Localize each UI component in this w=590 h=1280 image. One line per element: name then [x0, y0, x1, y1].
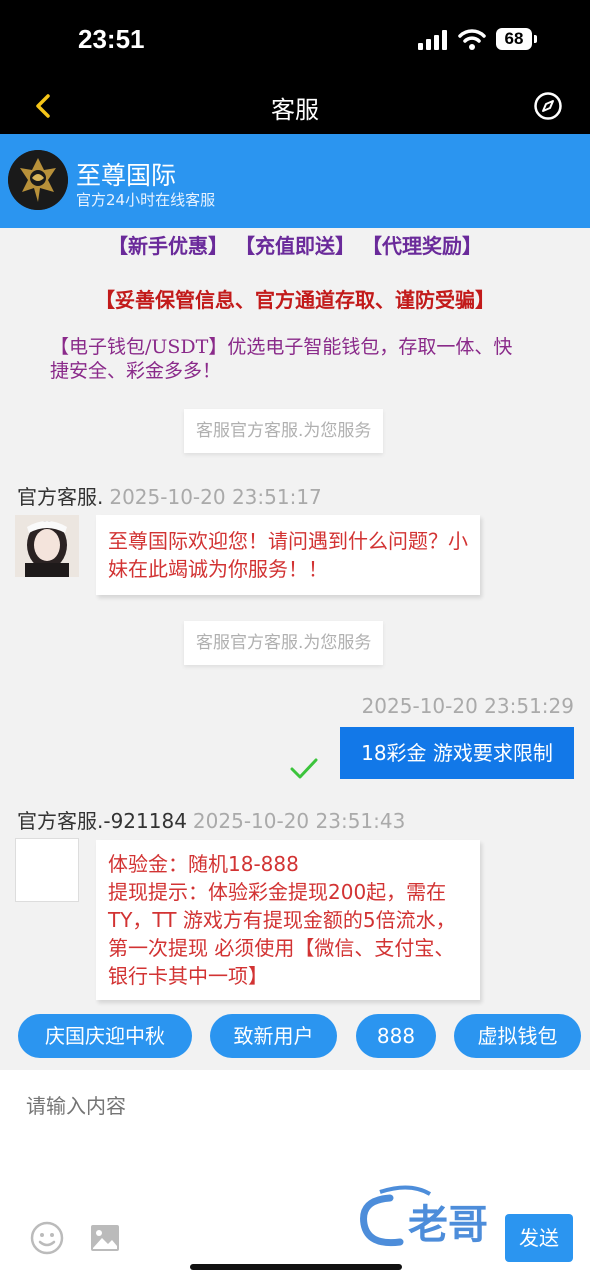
sender-name: 官方客服. — [17, 485, 104, 509]
emoji-icon[interactable] — [30, 1221, 64, 1255]
sender-name: 官方客服.-921184 — [17, 809, 187, 833]
sender-line: 官方客服.-921184 2025-10-20 23:51:43 — [17, 805, 405, 834]
message-line: 提现提示：体验彩金提现200起，需在 TY，TT 游戏方有提现金额的5倍流水，第… — [108, 880, 456, 988]
brand-logo-avatar — [8, 150, 68, 210]
system-notice: 客服官方客服.为您服务 — [184, 409, 384, 453]
agent-portrait-icon — [15, 515, 79, 577]
battery-level: 68 — [496, 28, 532, 50]
quick-reply-chip[interactable]: 888 — [356, 1014, 436, 1058]
sent-check-icon — [290, 758, 318, 779]
promo-line-1: 【新手优惠】 【充值即送】 【代理奖励】 — [108, 234, 482, 258]
brand-subtitle: 官方24小时在线客服 — [76, 191, 216, 209]
home-indicator — [190, 1264, 402, 1270]
compass-icon[interactable] — [533, 91, 563, 121]
watermark-text: 老哥 — [408, 1202, 488, 1248]
message-timestamp: 2025-10-20 23:51:29 — [361, 694, 574, 718]
battery-icon: 68 — [496, 28, 538, 50]
status-time: 23:51 — [78, 24, 145, 54]
outgoing-message-bubble: 18彩金 游戏要求限制 — [340, 727, 574, 779]
promo-line-2: 【妥善保管信息、官方通道存取、谨防受骗】 — [95, 288, 495, 312]
system-notice: 客服官方客服.为您服务 — [184, 621, 384, 665]
sender-line: 官方客服. 2025-10-20 23:51:17 — [17, 481, 322, 510]
cellular-signal-icon — [418, 30, 447, 50]
wifi-icon — [458, 29, 486, 50]
message-input[interactable] — [0, 1070, 358, 1180]
brand-name: 至尊国际 — [76, 161, 177, 190]
incoming-message-bubble: 至尊国际欢迎您！请问遇到什么问题？小妹在此竭诚为你服务！！ — [96, 515, 480, 595]
image-upload-icon[interactable] — [90, 1224, 120, 1252]
message-timestamp: 2025-10-20 23:51:43 — [192, 809, 406, 833]
quick-reply-chip[interactable]: 致新用户 — [210, 1014, 337, 1058]
incoming-message-bubble: 体验金：随机18-888 提现提示：体验彩金提现200起，需在 TY，TT 游戏… — [96, 840, 480, 1000]
status-bar: 23:51 68 — [0, 0, 590, 78]
message-line: 体验金：随机18-888 — [108, 852, 299, 876]
send-button[interactable]: 发送 — [505, 1214, 573, 1262]
message-timestamp: 2025-10-20 23:51:17 — [109, 485, 322, 509]
dragon-logo-icon — [8, 150, 68, 210]
quick-reply-bar: 庆国庆迎中秋 致新用户 888 虚拟钱包 — [0, 1014, 590, 1062]
promo-line-3: 【电子钱包/USDT】优选电子智能钱包，存取一体、快捷安全、彩金多多！ — [50, 336, 513, 382]
agent-avatar[interactable] — [15, 838, 79, 902]
agent-avatar[interactable] — [15, 515, 79, 577]
quick-reply-chip[interactable]: 庆国庆迎中秋 — [18, 1014, 192, 1058]
nav-bar: 客服 — [0, 78, 590, 134]
page-title: 客服 — [271, 96, 319, 124]
quick-reply-chip[interactable]: 虚拟钱包 — [454, 1014, 581, 1058]
